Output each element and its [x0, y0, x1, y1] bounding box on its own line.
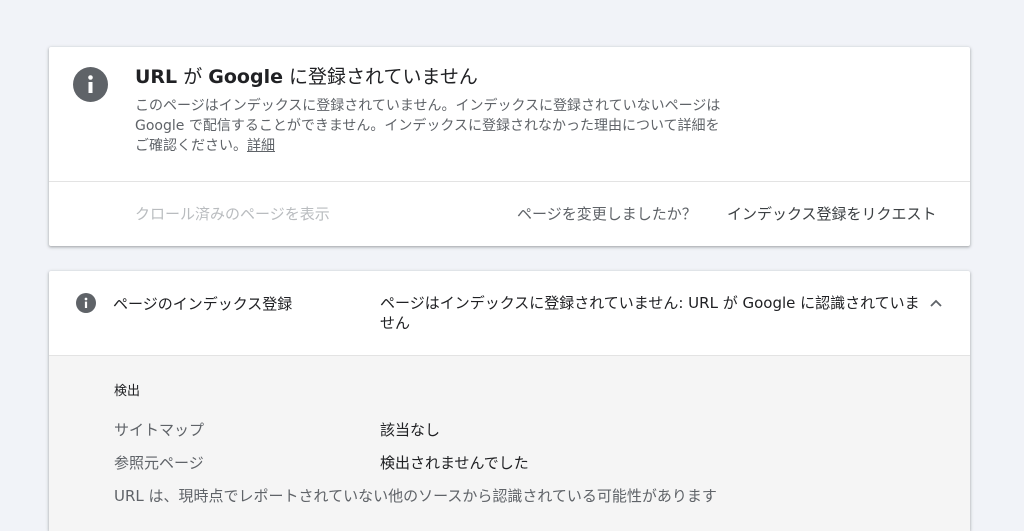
info-icon: [76, 293, 96, 313]
page-indexing-label: ページのインデックス登録: [113, 295, 293, 313]
url-status-card: URL が Google に登録されていません このページはインデックスに登録さ…: [49, 47, 970, 246]
page-indexing-header[interactable]: ページのインデックス登録 ページはインデックスに登録されていません: URL が…: [49, 271, 970, 355]
page-indexing-details: 検出 サイトマップ 該当なし 参照元ページ 検出されませんでした URL は、現…: [49, 355, 970, 531]
referring-page-label: 参照元ページ: [114, 454, 204, 472]
page-indexing-card: ページのインデックス登録 ページはインデックスに登録されていません: URL が…: [49, 271, 970, 531]
chevron-up-icon[interactable]: [926, 293, 946, 313]
info-icon: [73, 67, 108, 102]
status-description-text: このページはインデックスに登録されていません。インデックスに登録されていないペー…: [135, 98, 721, 154]
status-title: URL が Google に登録されていません: [135, 66, 478, 88]
page-changed-question: ページを変更しましたか？: [517, 205, 697, 223]
discovery-section-title: 検出: [114, 384, 141, 399]
view-crawled-page-link[interactable]: クロール済みのページを表示: [135, 203, 330, 224]
status-description: このページはインデックスに登録されていません。インデックスに登録されていないペー…: [135, 96, 725, 156]
sitemaps-label: サイトマップ: [114, 421, 205, 439]
discovery-note: URL は、現時点でレポートされていない他のソースから認識されている可能性があり…: [114, 487, 717, 505]
sitemaps-value: 該当なし: [380, 421, 441, 439]
referring-page-value: 検出されませんでした: [380, 454, 529, 472]
divider: [49, 181, 970, 182]
page-indexing-status: ページはインデックスに登録されていません: URL が Google に認識され…: [380, 294, 920, 332]
details-link[interactable]: 詳細: [247, 138, 275, 154]
request-indexing-button[interactable]: インデックス登録をリクエスト: [727, 203, 937, 224]
